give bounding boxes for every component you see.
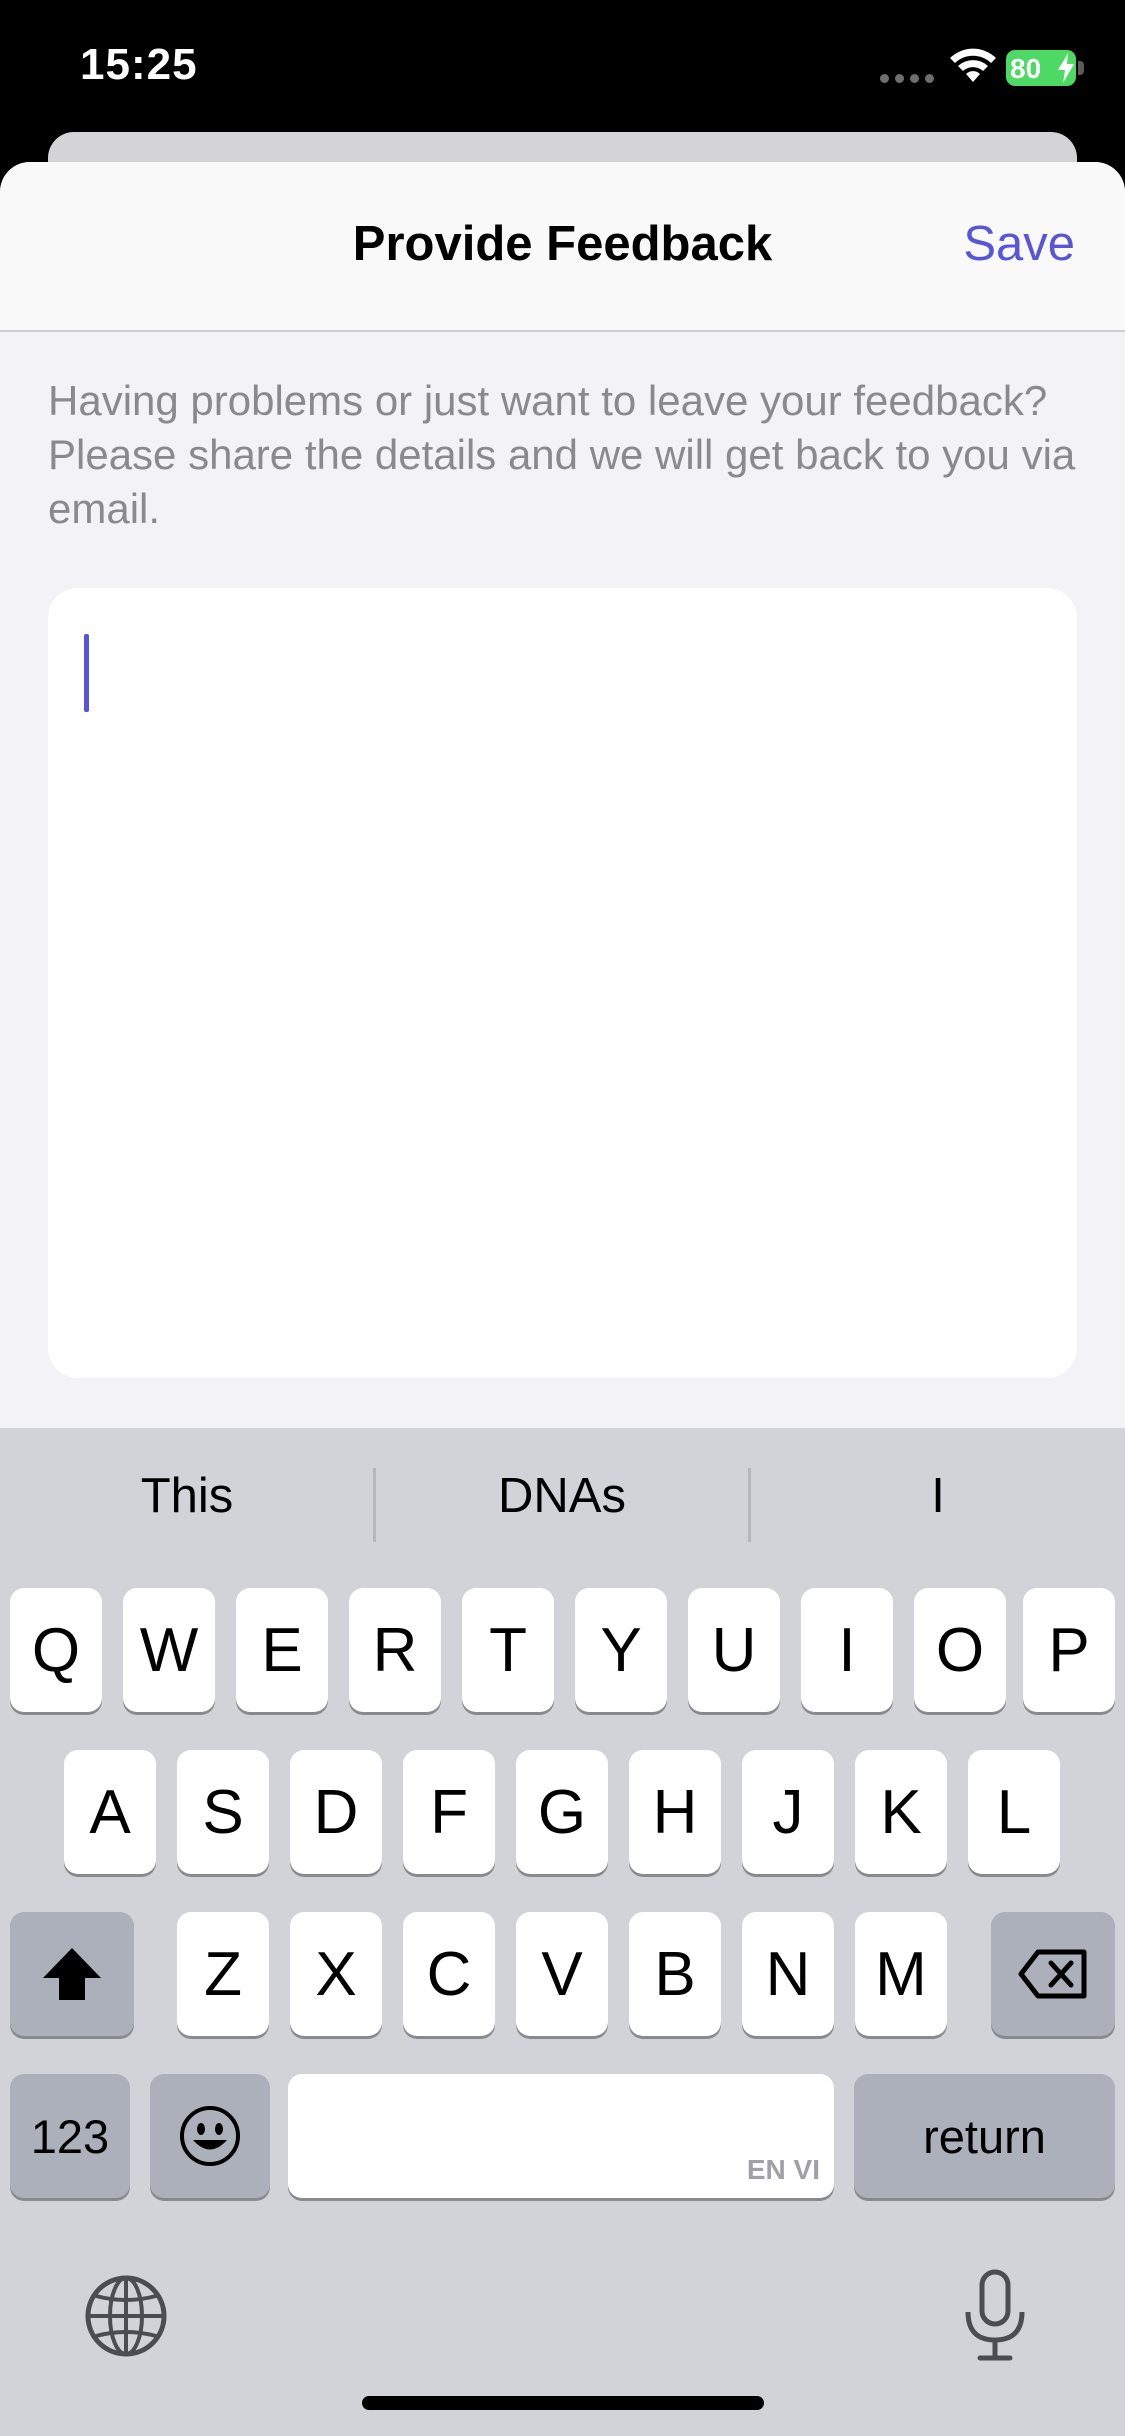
feedback-description: Having problems or just want to leave yo… [48,377,1076,532]
backspace-icon [1018,1949,1087,1999]
key-r[interactable]: R [349,1588,441,1712]
suggestion-1[interactable]: This [0,1468,374,1524]
space-key[interactable]: EN VI [288,2074,834,2198]
status-bar: 15:25 80 [0,0,1125,140]
backspace-key[interactable] [991,1912,1115,2036]
key-t[interactable]: T [462,1588,554,1712]
feedback-sheet: Provide Feedback Save Having problems or… [0,162,1125,1428]
key-c[interactable]: C [403,1912,495,2036]
key-i[interactable]: I [801,1588,893,1712]
status-time: 15:25 [80,40,198,89]
emoji-icon [180,2106,240,2166]
key-h[interactable]: H [629,1750,721,1874]
key-l[interactable]: L [968,1750,1060,1874]
key-d[interactable]: D [290,1750,382,1874]
key-s[interactable]: S [177,1750,269,1874]
battery-level: 80 [1010,53,1042,84]
home-indicator [362,2396,764,2410]
key-e[interactable]: E [236,1588,328,1712]
numbers-key[interactable]: 123 [10,2074,130,2198]
key-z[interactable]: Z [177,1912,269,2036]
shift-icon [43,1948,101,2000]
shift-key[interactable] [10,1912,134,2036]
globe-icon[interactable] [84,2274,168,2358]
key-f[interactable]: F [403,1750,495,1874]
return-key[interactable]: return [854,2074,1115,2198]
wifi-icon [950,48,996,82]
key-q[interactable]: Q [10,1588,102,1712]
key-g[interactable]: G [516,1750,608,1874]
battery-icon: 80 [1006,50,1084,86]
key-y[interactable]: Y [575,1588,667,1712]
key-n[interactable]: N [742,1912,834,2036]
nav-bar: Provide Feedback Save [0,162,1125,332]
language-hint: EN VI [746,2154,820,2185]
key-b[interactable]: B [629,1912,721,2036]
key-a[interactable]: A [64,1750,156,1874]
key-v[interactable]: V [516,1912,608,2036]
emoji-key[interactable] [150,2074,270,2198]
save-button[interactable]: Save [963,216,1075,272]
key-p[interactable]: P [1023,1588,1115,1712]
key-o[interactable]: O [914,1588,1006,1712]
text-caret [84,634,89,712]
key-j[interactable]: J [742,1750,834,1874]
key-x[interactable]: X [290,1912,382,2036]
suggestion-3[interactable]: I [751,1468,1125,1524]
microphone-icon[interactable] [960,2268,1030,2364]
keyboard: This DNAs I Q W E R T Y U I O P A S D F … [0,1428,1125,2436]
key-k[interactable]: K [855,1750,947,1874]
suggestion-2[interactable]: DNAs [375,1468,749,1524]
page-title: Provide Feedback [352,217,773,271]
charging-bolt-icon [1058,53,1074,83]
cellular-signal-icon [880,74,934,83]
key-w[interactable]: W [123,1588,215,1712]
feedback-text-input[interactable] [48,588,1077,1378]
key-m[interactable]: M [855,1912,947,2036]
key-u[interactable]: U [688,1588,780,1712]
suggestion-bar: This DNAs I [0,1428,1125,1584]
